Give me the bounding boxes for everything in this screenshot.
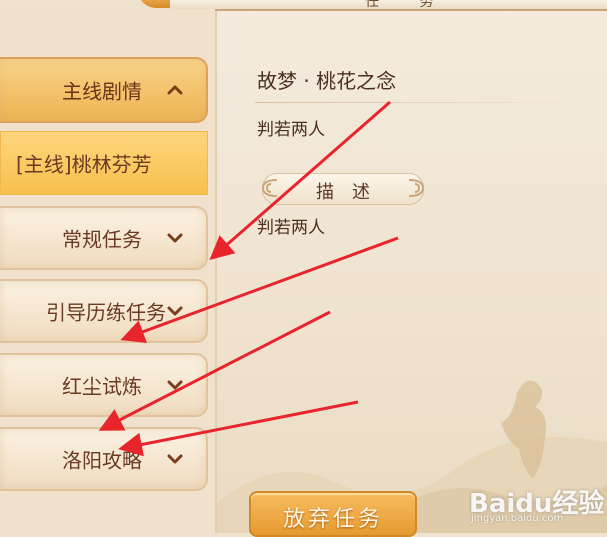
sidebar-item-label: 主线剧情: [62, 79, 142, 104]
sidebar-item-label: 常规任务: [62, 227, 142, 252]
task-category-sidebar: 主线剧情 [主线]桃林芬芳 常规任务 引导历练任务 红尘试炼 洛阳攻略: [0, 9, 215, 533]
abandon-task-button[interactable]: 放弃任务: [249, 491, 417, 537]
task-detail-panel: 故梦 · 桃花之念 判若两人 描述 判若两人 放弃任务 Baidu经验 jing…: [215, 11, 607, 537]
chevron-down-icon: [167, 454, 183, 464]
chevron-up-icon: [167, 85, 183, 95]
task-title: 故梦 · 桃花之念: [257, 69, 397, 93]
sidebar-item-guided-training[interactable]: 引导历练任务: [0, 279, 208, 343]
cloud-ornament-icon: [408, 179, 425, 197]
abandon-task-label: 放弃任务: [282, 507, 383, 532]
sidebar-item-label: 红尘试炼: [62, 374, 142, 399]
task-goal: 判若两人: [257, 120, 325, 140]
sidebar-item-main-story[interactable]: 主线剧情: [0, 57, 208, 123]
baidu-watermark: Baidu经验 jingyan.baidu.com: [469, 483, 604, 527]
description-header: 描述: [261, 173, 425, 205]
sidebar-item-label: 洛阳攻略: [62, 448, 142, 473]
chevron-down-icon: [167, 233, 183, 243]
sidebar-item-label: [主线]桃林芬芳: [16, 152, 152, 177]
window-title-fragment: 任 务: [365, 0, 452, 10]
chevron-down-icon: [167, 306, 183, 316]
task-description: 判若两人: [257, 218, 325, 238]
sidebar-item-label: 引导历练任务: [46, 300, 166, 325]
chevron-down-icon: [167, 380, 183, 390]
divider: [255, 102, 585, 103]
sidebar-item-luoyang-guide[interactable]: 洛阳攻略: [0, 427, 208, 491]
description-label: 描述: [316, 182, 388, 203]
watermark-url: jingyan.baidu.com: [471, 513, 564, 524]
sidebar-item-taolin-fenfang[interactable]: [主线]桃林芬芳: [0, 131, 208, 195]
sidebar-item-hongchen-trial[interactable]: 红尘试炼: [0, 353, 208, 417]
sidebar-item-regular-tasks[interactable]: 常规任务: [0, 206, 208, 270]
